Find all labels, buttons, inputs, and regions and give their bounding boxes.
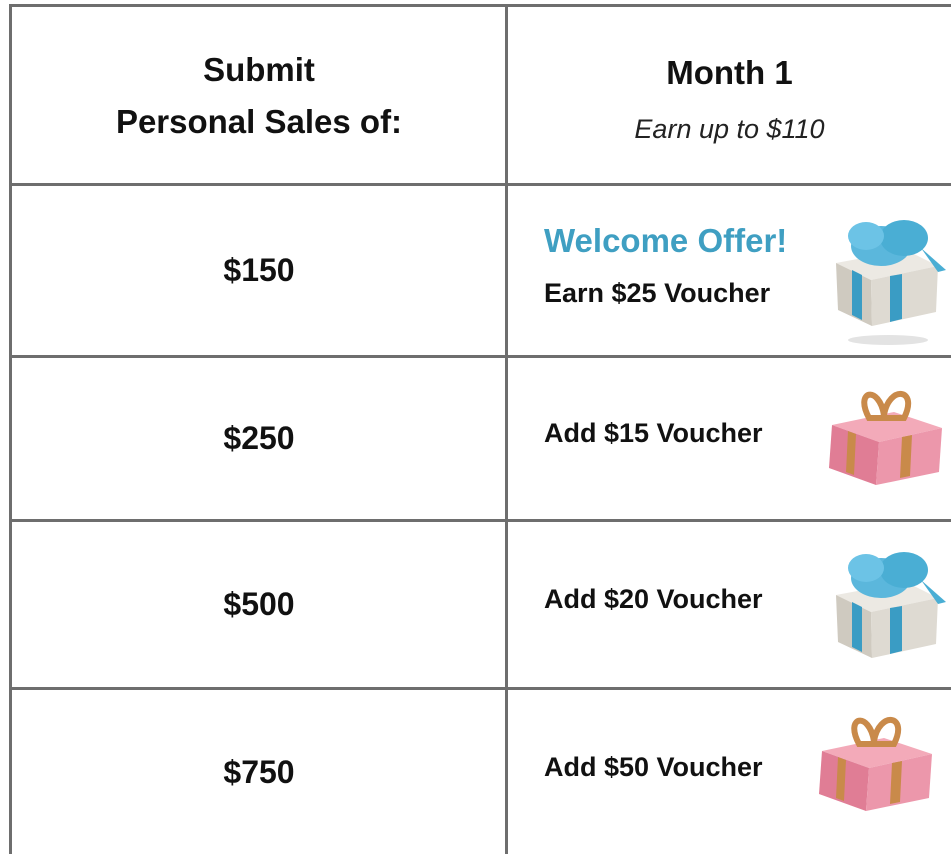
reward-text: Add $15 Voucher [544,418,763,448]
welcome-offer-title: Welcome Offer! [544,222,787,260]
header-sales-column: Submit Personal Sales of: [13,7,505,184]
reward-text: Add $50 Voucher [544,752,763,782]
header-label-line1: Submit [203,50,315,88]
blue-gift-icon [836,220,946,345]
sales-amount: $250 [223,420,295,456]
welcome-offer-label: Welcome Offer! [544,222,788,259]
header-month-column: Month 1 Earn up to $110 [508,7,951,184]
pink-gift-icon [829,391,942,485]
reward-cell: Welcome Offer! Earn $25 Voucher [508,186,951,355]
reward-cell: Add $20 Voucher [508,522,951,687]
reward-cell: Add $15 Voucher [508,358,951,519]
month-subtitle: Earn up to $110 [634,114,825,144]
header-label-line2: Personal Sales of: [115,102,403,140]
sales-reward-table: Submit Personal Sales of: Month 1 Earn u… [0,0,951,854]
blue-gift-icon [836,552,946,658]
pink-gift-icon [819,717,932,811]
reward-text: Add $20 Voucher [544,584,763,614]
reward-text: Earn $25 Voucher [544,278,771,308]
grid-line [9,4,12,854]
sales-amount: $150 [223,252,295,288]
month-title: Month 1 [666,54,793,91]
sales-amount: $750 [223,753,295,790]
reward-cell: Add $50 Voucher [508,690,951,854]
sales-amount: $500 [223,586,295,622]
